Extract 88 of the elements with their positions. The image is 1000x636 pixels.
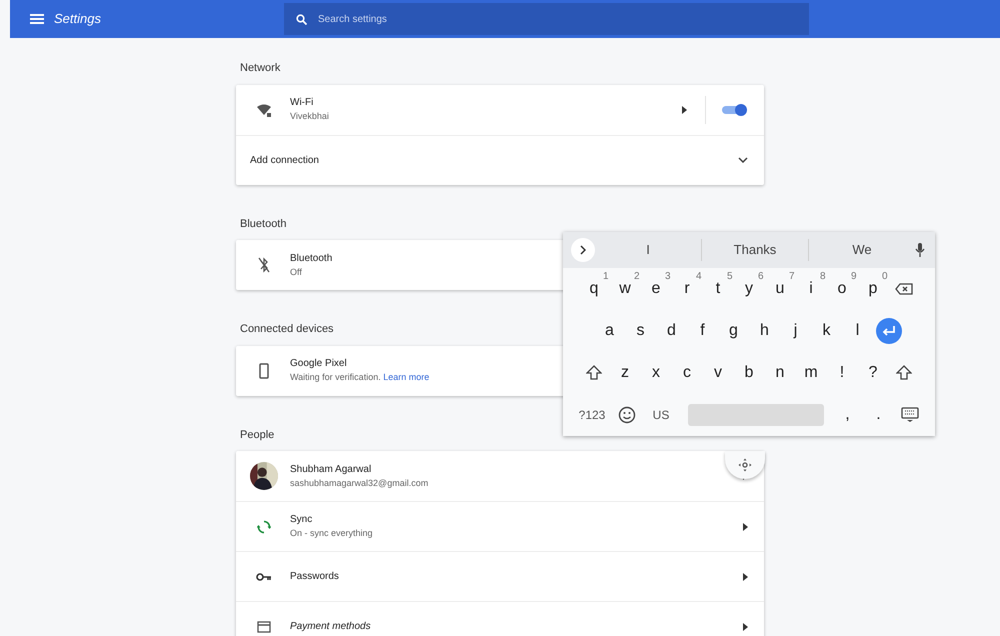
wifi-icon bbox=[256, 102, 272, 116]
keyboard-key[interactable]: y 6 bbox=[734, 271, 764, 307]
shift-icon bbox=[896, 365, 912, 381]
keyboard-key[interactable]: r 4 bbox=[672, 271, 702, 307]
credit-card-icon bbox=[257, 620, 271, 634]
backspace-icon bbox=[895, 283, 913, 295]
keyboard-key[interactable]: x bbox=[640, 355, 672, 391]
keyboard-key[interactable]: n bbox=[764, 355, 796, 391]
key-hint: 5 bbox=[726, 270, 732, 284]
keyboard-key[interactable]: m bbox=[796, 355, 826, 391]
key-icon bbox=[256, 572, 272, 582]
keyboard-icon bbox=[900, 407, 918, 423]
keyboard-key[interactable]: e 3 bbox=[640, 271, 672, 307]
keyboard-key[interactable]: h bbox=[749, 313, 780, 349]
row-subtitle: Vivekbhai bbox=[290, 110, 329, 124]
row-title: Wi-Fi bbox=[290, 96, 314, 110]
row-title: Add connection bbox=[250, 154, 319, 168]
keyboard-key[interactable]: US bbox=[642, 397, 680, 433]
search-field[interactable]: Search settings bbox=[284, 3, 809, 35]
key-hint: 0 bbox=[882, 270, 888, 284]
key-hint: 4 bbox=[696, 270, 702, 284]
row-title: Bluetooth bbox=[290, 252, 332, 266]
keyboard-key[interactable]: g bbox=[718, 313, 749, 349]
app-title: Settings bbox=[54, 10, 102, 28]
keyboard-key[interactable]: z bbox=[610, 355, 640, 391]
key-hint: 9 bbox=[850, 270, 856, 284]
key-hint: 6 bbox=[758, 270, 764, 284]
row-title: Sync bbox=[290, 513, 312, 528]
chevron-right-icon[interactable] bbox=[743, 622, 748, 630]
section-heading: Bluetooth bbox=[240, 216, 286, 232]
key-hint: 7 bbox=[788, 270, 794, 284]
keyboard-key[interactable]: i 8 bbox=[796, 271, 826, 307]
toggle-switch[interactable] bbox=[720, 102, 748, 116]
keyboard-key[interactable]: l bbox=[842, 313, 873, 349]
keyboard-key[interactable]: d bbox=[656, 313, 687, 349]
keyboard-key[interactable]: p 0 bbox=[858, 271, 888, 307]
chevron-right-icon bbox=[580, 245, 586, 255]
chevron-down-icon[interactable] bbox=[738, 157, 748, 163]
keyboard-key[interactable]: f bbox=[687, 313, 718, 349]
keyboard-key[interactable]: c bbox=[672, 355, 702, 391]
row-title: Passwords bbox=[290, 570, 339, 584]
row-subtitle: Off bbox=[290, 266, 302, 279]
keyboard-key[interactable]: j bbox=[780, 313, 811, 349]
keyboard-key[interactable]: b bbox=[734, 355, 764, 391]
expand-button[interactable] bbox=[571, 238, 595, 262]
bluetooth-off-icon bbox=[258, 257, 270, 273]
section-heading: People bbox=[240, 428, 274, 442]
shift-icon bbox=[586, 365, 602, 381]
keyboard-key[interactable]: ! bbox=[826, 355, 858, 391]
row-subtitle: Waiting for verification. Learn more bbox=[290, 371, 430, 384]
keyboard-key[interactable]: k bbox=[811, 313, 842, 349]
row-subtitle: On - sync everything bbox=[290, 527, 373, 540]
chevron-right-icon[interactable] bbox=[682, 106, 687, 114]
move-icon bbox=[738, 458, 752, 472]
row-title: Shubham Agarwal bbox=[290, 462, 372, 477]
menu-icon[interactable] bbox=[30, 13, 44, 25]
row-subtitle: sashubhamagarwal32@gmail.com bbox=[290, 476, 428, 490]
keyboard-key[interactable]: w 2 bbox=[610, 271, 640, 307]
suggestion-word[interactable]: Thanks bbox=[702, 240, 808, 260]
keyboard-key[interactable]: v bbox=[702, 355, 734, 391]
key-hint: 3 bbox=[664, 270, 670, 284]
keyboard-key[interactable]: q 1 bbox=[578, 271, 610, 307]
keyboard-key[interactable]: ? bbox=[858, 355, 888, 391]
learn-more-link[interactable]: Learn more bbox=[383, 372, 430, 382]
chevron-right-icon[interactable] bbox=[743, 572, 748, 580]
enter-icon bbox=[876, 318, 902, 344]
key-hint: 1 bbox=[602, 270, 608, 284]
keyboard-key[interactable]: o 9 bbox=[826, 271, 858, 307]
sync-icon bbox=[257, 520, 271, 534]
keyboard-key[interactable]: s bbox=[625, 313, 656, 349]
key-hint: 2 bbox=[634, 270, 640, 284]
microphone-icon[interactable] bbox=[915, 243, 925, 257]
keyboard-key[interactable]: t 5 bbox=[702, 271, 734, 307]
key-hint: 8 bbox=[820, 270, 826, 284]
keyboard-key[interactable]: . bbox=[863, 397, 894, 433]
keyboard-key[interactable]: , bbox=[832, 397, 863, 433]
section-heading: Connected devices bbox=[240, 322, 334, 337]
keyboard-key[interactable]: ?123 bbox=[573, 397, 611, 433]
section-heading: Network bbox=[240, 61, 280, 76]
suggestion-word[interactable]: I bbox=[595, 240, 701, 260]
row-title: Payment methods bbox=[290, 620, 371, 634]
keyboard-key[interactable]: u 7 bbox=[764, 271, 796, 307]
row-title: Google Pixel bbox=[290, 357, 347, 372]
keyboard-key[interactable]: a bbox=[594, 313, 625, 349]
emoji-icon bbox=[618, 406, 636, 424]
phone-icon bbox=[259, 362, 269, 378]
chevron-right-icon[interactable] bbox=[743, 522, 748, 530]
suggestion-word[interactable]: We bbox=[809, 240, 915, 260]
